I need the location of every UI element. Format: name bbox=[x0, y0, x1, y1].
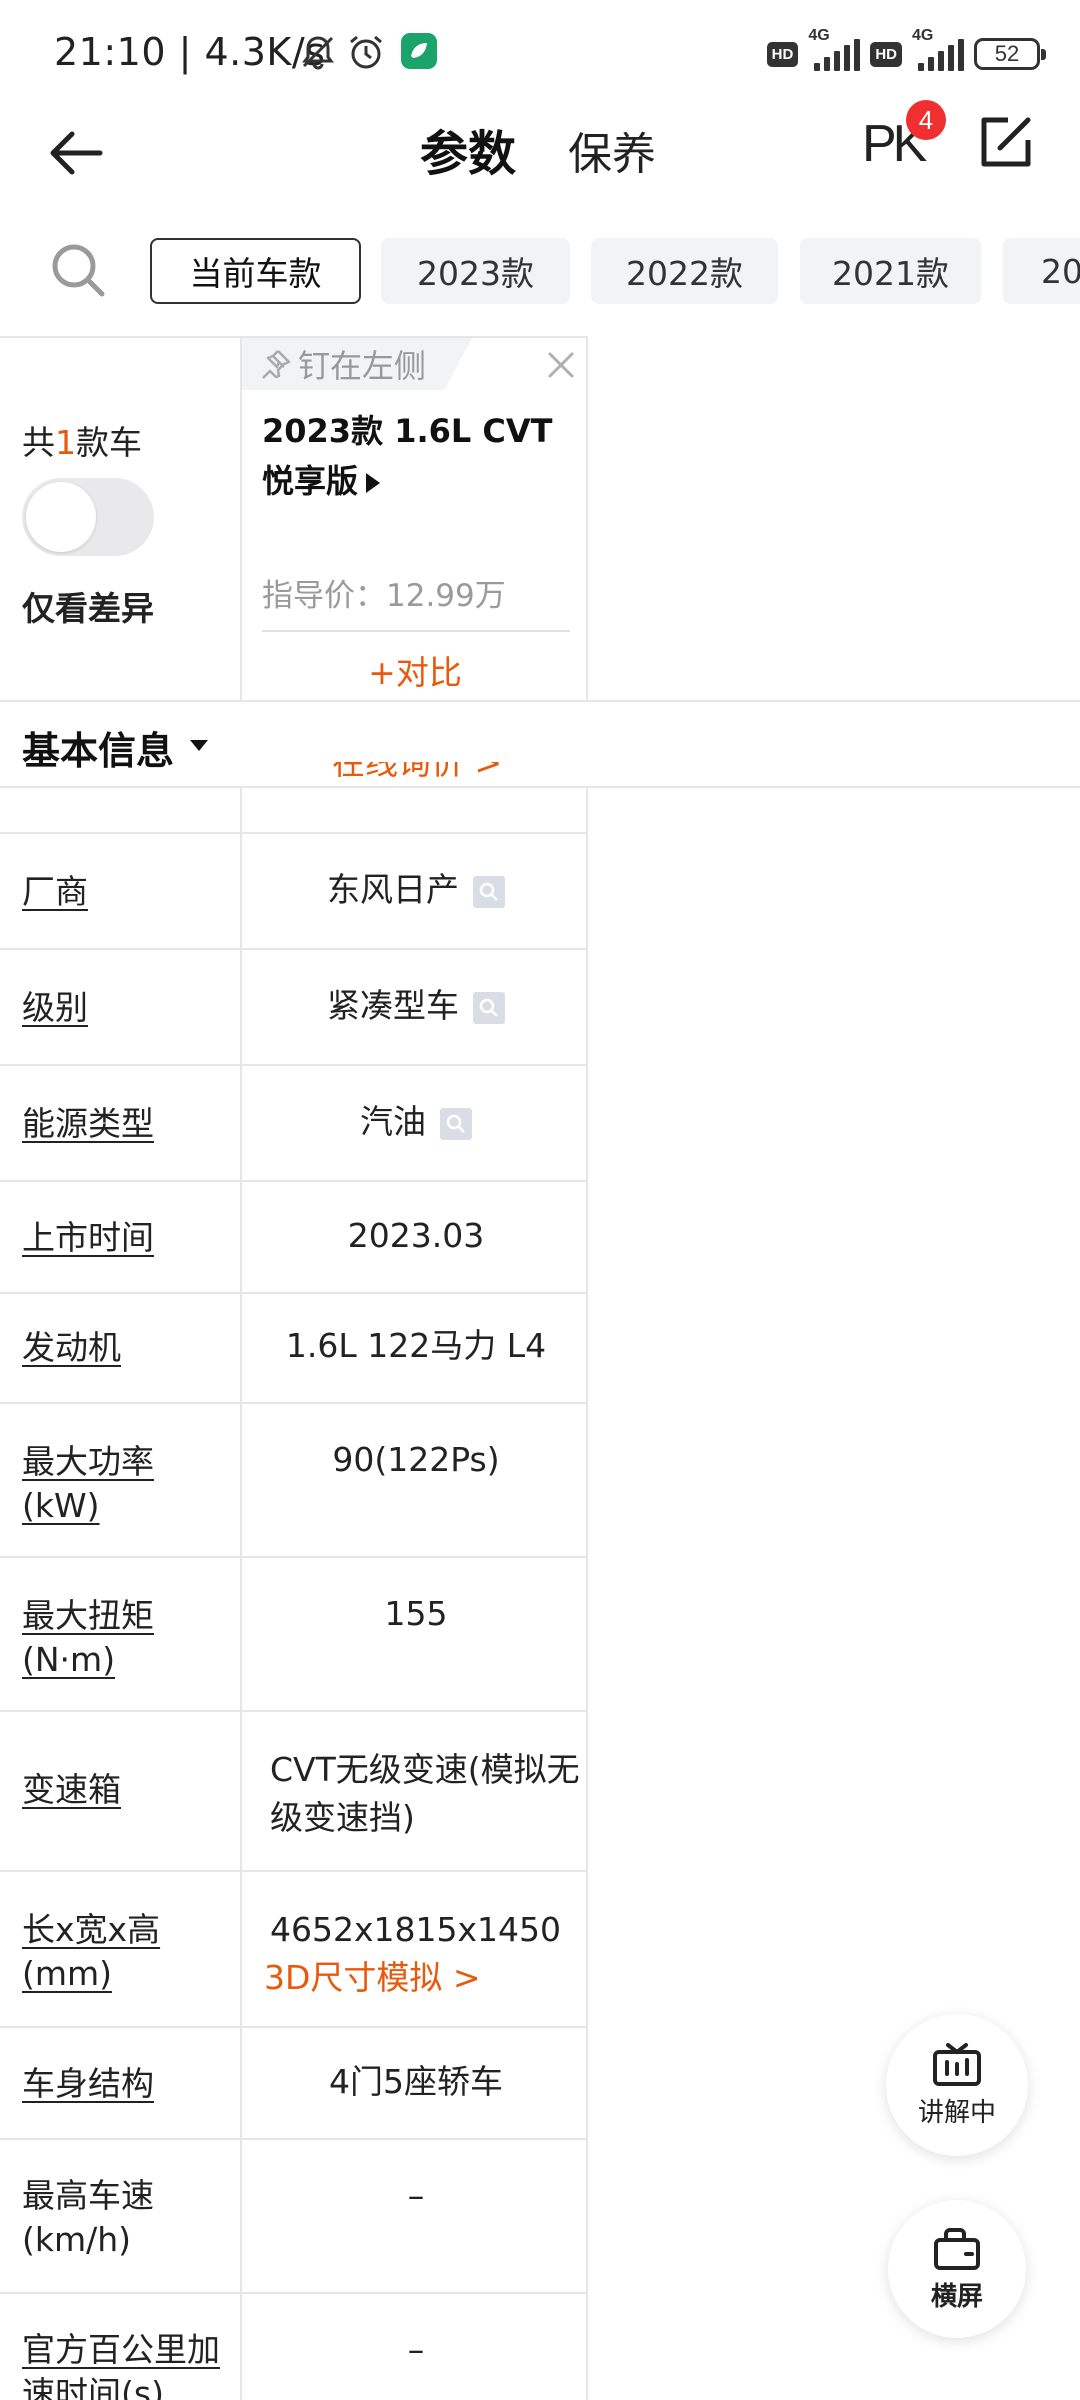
row-divider bbox=[0, 2292, 588, 2294]
hd-badge-2: HD bbox=[870, 41, 902, 67]
row-value-manufacturer: 东风日产 bbox=[244, 866, 588, 914]
status-time: 21:10 | 4.3K/s bbox=[54, 30, 326, 74]
signal-icon-2: 4G bbox=[912, 27, 964, 71]
row-divider bbox=[0, 2138, 588, 2140]
row-label-manufacturer[interactable]: 厂商 bbox=[22, 870, 88, 914]
chip-2023[interactable]: 2023款 bbox=[381, 238, 570, 304]
network-type-2: 4G bbox=[912, 27, 934, 44]
caret-down-icon bbox=[190, 740, 208, 751]
car-model-name[interactable]: 2023款 1.6L CVT悦享版 bbox=[262, 406, 582, 506]
row-label-power[interactable]: 最大功率(kW) bbox=[22, 1440, 202, 1528]
row-divider bbox=[0, 1870, 588, 1872]
explain-button[interactable]: 讲解中 bbox=[886, 2014, 1028, 2156]
chip-current[interactable]: 当前车款 bbox=[150, 238, 361, 304]
close-icon[interactable] bbox=[546, 350, 576, 380]
back-arrow-icon[interactable] bbox=[42, 118, 112, 188]
row-value-top-speed: – bbox=[407, 2176, 425, 2215]
row-label-torque[interactable]: 最大扭矩(N·m) bbox=[22, 1594, 202, 1682]
row-value-engine: 1.6L 122马力 L4 bbox=[285, 1326, 547, 1365]
row-label-dimensions[interactable]: 长x宽x高(mm) bbox=[22, 1908, 202, 1996]
rotate-screen-icon bbox=[934, 2227, 980, 2270]
tv-explain-icon bbox=[933, 2042, 981, 2086]
section-title: 基本信息 bbox=[22, 729, 175, 773]
row-value-acceleration: – bbox=[407, 2330, 425, 2369]
mute-bell-icon bbox=[302, 36, 334, 70]
pin-left-label: 钉在左侧 bbox=[298, 347, 427, 385]
signal-icon: 4G bbox=[808, 27, 861, 71]
chip-2022[interactable]: 2022款 bbox=[591, 238, 778, 304]
network-type: 4G bbox=[808, 27, 830, 44]
dimensions-text: 4652x1815x1450 bbox=[270, 1910, 562, 1949]
row-value-power: 90(122Ps) bbox=[332, 1440, 500, 1479]
row-label-body[interactable]: 车身结构 bbox=[22, 2062, 154, 2106]
pk-count-badge: 4 bbox=[906, 100, 946, 140]
chip-2021[interactable]: 2021款 bbox=[800, 238, 981, 304]
landscape-button[interactable]: 横屏 bbox=[888, 2200, 1026, 2338]
row-divider bbox=[0, 2026, 588, 2028]
hd-badge: HD bbox=[766, 41, 799, 67]
row-value-class: 紧凑型车 bbox=[244, 982, 588, 1030]
app-notification-icon bbox=[401, 33, 437, 69]
row-label-gearbox[interactable]: 变速箱 bbox=[22, 1768, 121, 1812]
pin-left-button[interactable]: 钉在左侧 bbox=[242, 338, 472, 390]
row-value-torque: 155 bbox=[384, 1594, 448, 1633]
add-compare-button[interactable]: +对比 bbox=[242, 646, 588, 694]
tab-params-label: 参数 bbox=[420, 126, 517, 182]
diff-only-label: 仅看差异 bbox=[22, 589, 154, 628]
row-label-launch[interactable]: 上市时间 bbox=[22, 1216, 154, 1260]
diff-only-toggle[interactable] bbox=[22, 478, 154, 556]
car-name-arrow-icon bbox=[366, 473, 381, 493]
row-value-launch: 2023.03 bbox=[347, 1216, 485, 1255]
search-icon[interactable] bbox=[48, 240, 108, 300]
car-count: 共1款车 bbox=[22, 423, 142, 462]
battery-icon: 52 bbox=[974, 38, 1046, 70]
row-label-engine[interactable]: 发动机 bbox=[22, 1326, 121, 1370]
row-label-top-speed: 最高车速(km/h) bbox=[22, 2176, 154, 2259]
row-value-body: 4门5座轿车 bbox=[329, 2062, 503, 2101]
alarm-icon bbox=[350, 35, 382, 69]
row-label-class[interactable]: 级别 bbox=[22, 986, 88, 1030]
row-label-energy[interactable]: 能源类型 bbox=[22, 1102, 154, 1146]
landscape-label: 横屏 bbox=[930, 2281, 983, 2312]
divider bbox=[262, 630, 570, 632]
tab-maintenance[interactable]: 保养 bbox=[568, 118, 656, 182]
row-divider bbox=[0, 1556, 588, 1558]
row-value-energy: 汽油 bbox=[244, 1098, 588, 1146]
row-divider bbox=[0, 1402, 588, 1404]
row-value-gearbox: CVT无级变速(模拟无级变速挡) bbox=[270, 1750, 580, 1837]
toggle-knob bbox=[26, 482, 96, 552]
top-nav: 参数 保养 PK 4 bbox=[0, 100, 1080, 220]
chip-2020[interactable]: 20 bbox=[1003, 238, 1080, 304]
3d-size-link[interactable]: 3D尺寸模拟 > bbox=[264, 1954, 588, 2002]
car-column-header: 钉在左侧 2023款 1.6L CVT悦享版 指导价：12.99万 +对比 bbox=[242, 338, 588, 698]
search-detail-icon[interactable] bbox=[440, 1107, 472, 1140]
section-basic-info[interactable]: 基本信息 bbox=[0, 700, 1080, 788]
search-detail-icon[interactable] bbox=[473, 875, 505, 908]
explain-label: 讲解中 bbox=[917, 2097, 996, 2128]
edit-icon[interactable] bbox=[972, 110, 1038, 176]
row-divider bbox=[0, 1292, 588, 1294]
row-divider bbox=[0, 1064, 588, 1066]
row-label-acceleration[interactable]: 官方百公里加速时间(s) bbox=[22, 2328, 232, 2400]
year-filter-bar: 当前车款 2023款 2022款 2021款 20 bbox=[0, 232, 1080, 310]
row-divider bbox=[0, 1180, 588, 1182]
tab-params[interactable]: 参数 bbox=[420, 114, 523, 184]
row-divider bbox=[0, 948, 588, 950]
search-detail-icon[interactable] bbox=[473, 991, 505, 1024]
pin-icon bbox=[262, 350, 291, 379]
status-bar: 21:10 | 4.3K/s HD 4G HD 4G 52 bbox=[0, 0, 1080, 100]
row-value-dimensions: 4652x1815x1450 3D尺寸模拟 > bbox=[244, 1906, 588, 2002]
row-divider bbox=[0, 1710, 588, 1712]
guide-price: 指导价：12.99万 bbox=[262, 578, 506, 614]
row-divider bbox=[0, 832, 588, 834]
inquiry-link-partial[interactable]: 在线询价 > bbox=[332, 762, 502, 792]
